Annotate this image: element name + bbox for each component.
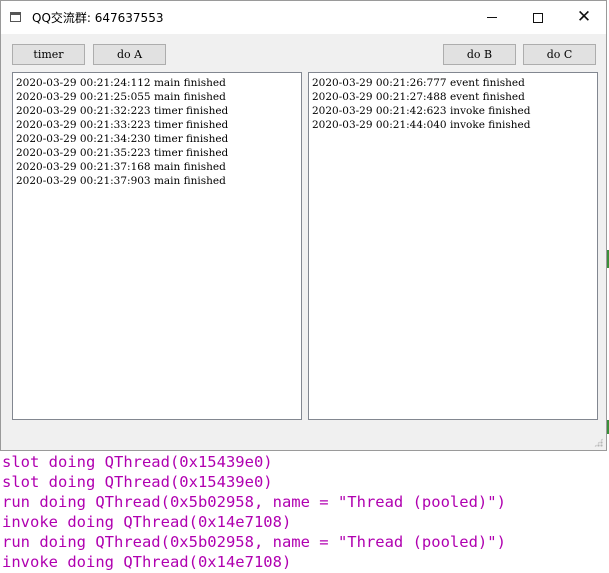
log-line: 2020-03-29 00:21:27:488 event finished [312,91,525,103]
log-line: 2020-03-29 00:21:24:112 main finished [16,77,226,89]
close-icon: ✕ [576,7,592,27]
log-line: 2020-03-29 00:21:37:903 main finished [16,175,226,187]
do-b-button[interactable]: do B [443,44,516,65]
console-output: slot doing QThread(0x15439e0) slot doing… [2,452,506,572]
app-window: QQ交流群: 647637553 ✕ timer do A do B do C … [0,0,607,451]
right-log-textbox[interactable]: 2020-03-29 00:21:26:777 event finished 2… [308,72,598,420]
app-icon [10,12,21,22]
resize-grip-icon[interactable] [594,438,603,447]
console-line: invoke doing QThread(0x14e7108) [2,553,292,571]
log-line: 2020-03-29 00:21:34:230 timer finished [16,133,229,145]
console-line: invoke doing QThread(0x14e7108) [2,513,292,531]
log-line: 2020-03-29 00:21:32:223 timer finished [16,105,229,117]
left-log-textbox[interactable]: 2020-03-29 00:21:24:112 main finished 20… [12,72,302,420]
log-line: 2020-03-29 00:21:33:223 timer finished [16,119,229,131]
log-line: 2020-03-29 00:21:44:040 invoke finished [312,119,531,131]
log-line: 2020-03-29 00:21:37:168 main finished [16,161,226,173]
log-line: 2020-03-29 00:21:26:777 event finished [312,77,525,89]
minimize-icon [487,17,497,18]
console-line: run doing QThread(0x5b02958, name = "Thr… [2,533,506,551]
maximize-button[interactable] [515,1,561,34]
title-bar[interactable]: QQ交流群: 647637553 ✕ [1,1,606,34]
close-button[interactable]: ✕ [561,1,607,34]
do-c-button[interactable]: do C [523,44,596,65]
window-title: QQ交流群: 647637553 [32,11,164,25]
console-line: slot doing QThread(0x15439e0) [2,453,273,471]
do-a-button[interactable]: do A [93,44,166,65]
log-line: 2020-03-29 00:21:42:623 invoke finished [312,105,531,117]
timer-button[interactable]: timer [12,44,85,65]
console-line: slot doing QThread(0x15439e0) [2,473,273,491]
minimize-button[interactable] [469,1,515,34]
maximize-icon [533,12,543,23]
console-line: run doing QThread(0x5b02958, name = "Thr… [2,493,506,511]
log-line: 2020-03-29 00:21:35:223 timer finished [16,147,229,159]
log-line: 2020-03-29 00:21:25:055 main finished [16,91,226,103]
